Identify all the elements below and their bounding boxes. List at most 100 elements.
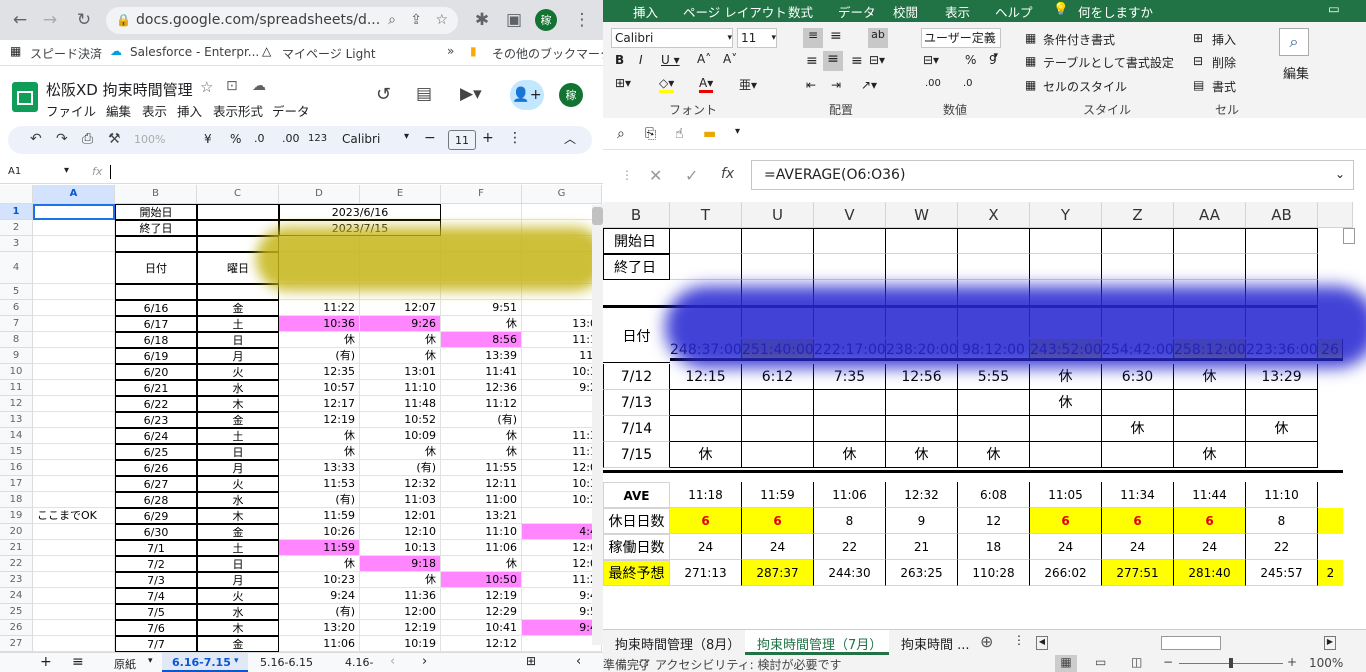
grid-cell[interactable]: 12:35 — [279, 364, 360, 380]
enter-icon[interactable]: ✓ — [685, 166, 698, 185]
formula-input[interactable] — [110, 165, 111, 179]
grid-cell[interactable]: 110:28 — [958, 560, 1030, 586]
grid-cell[interactable]: 6 — [1102, 508, 1174, 534]
grid-cell[interactable]: 11:59 — [279, 540, 360, 556]
percent-icon[interactable]: % — [965, 53, 976, 67]
comment-icon[interactable]: ▤ — [416, 84, 432, 104]
grid-cell[interactable]: 休 — [441, 316, 522, 332]
grid-cell[interactable]: 月 — [197, 460, 279, 476]
column-header-partial[interactable] — [1318, 202, 1353, 228]
orientation-icon[interactable]: ↗▾ — [861, 78, 877, 92]
collapse-icon[interactable]: ︿ — [564, 130, 576, 147]
row-header[interactable]: 24 — [0, 588, 33, 604]
align-center-icon[interactable]: ≡ — [823, 51, 843, 71]
grid-cell[interactable] — [814, 390, 886, 416]
grid-cell[interactable] — [522, 396, 602, 412]
grid-cell[interactable] — [33, 300, 115, 316]
grid-cell[interactable] — [33, 220, 115, 236]
grid-cell[interactable]: 休 — [279, 556, 360, 572]
sheet-tab-active[interactable]: 拘束時間管理（7月） — [757, 634, 882, 653]
row-header[interactable]: 4 — [0, 252, 33, 284]
grid-cell[interactable] — [115, 284, 197, 300]
row-header[interactable]: 13 — [0, 412, 33, 428]
increase-indent-icon[interactable]: ⇥ — [831, 78, 841, 92]
percent-button[interactable]: % — [230, 132, 241, 146]
grid-cell[interactable]: 12:32 — [360, 476, 441, 492]
grid-cell[interactable]: 火 — [197, 588, 279, 604]
grid-cell[interactable]: 土 — [197, 540, 279, 556]
grid-cell[interactable]: 火 — [197, 364, 279, 380]
grid-cell[interactable]: 12 — [958, 508, 1030, 534]
column-header-b[interactable]: B — [115, 185, 197, 204]
grid-cell[interactable]: 休 — [279, 332, 360, 348]
grid-cell[interactable]: 12:17 — [279, 396, 360, 412]
grid-cell[interactable]: 開始日 — [115, 204, 197, 220]
row-header[interactable]: 3 — [0, 236, 33, 252]
grid-cell[interactable]: 11:10 — [1246, 482, 1318, 508]
grid-cell[interactable] — [33, 588, 115, 604]
grid-cell[interactable]: 11:59 — [279, 508, 360, 524]
grid-cell[interactable]: 9:24 — [279, 588, 360, 604]
grid-cell[interactable] — [33, 364, 115, 380]
grid-cell[interactable]: 6/27 — [115, 476, 197, 492]
grid-cell[interactable]: 7/4 — [115, 588, 197, 604]
grid-cell[interactable]: 10:36 — [279, 316, 360, 332]
grid-cell[interactable]: (有) — [360, 460, 441, 476]
row-header[interactable]: 6 — [0, 300, 33, 316]
grid-cell[interactable]: 9:2 — [522, 380, 602, 396]
grid-cell[interactable]: 11:12 — [441, 396, 522, 412]
grid-cell[interactable]: 休 — [1174, 442, 1246, 468]
doc-title[interactable]: 松阪XD 拘束時間管理 — [46, 79, 193, 100]
grid-cell[interactable]: 24 — [670, 534, 742, 560]
grid-cell[interactable]: 6/30 — [115, 524, 197, 540]
row-header[interactable]: 15 — [0, 444, 33, 460]
grid-cell[interactable]: 13:21 — [441, 508, 522, 524]
corner-cell[interactable] — [0, 185, 33, 204]
grid-cell[interactable] — [742, 254, 814, 280]
grid-cell[interactable]: 6 — [1030, 508, 1102, 534]
row-header[interactable]: 12 — [0, 396, 33, 412]
star-icon[interactable]: ☆ — [200, 78, 213, 96]
accounting-icon[interactable]: ⊟▾ — [923, 53, 939, 67]
grid-cell[interactable]: 11:36 — [360, 588, 441, 604]
comma-icon[interactable]: 9 — [989, 53, 997, 67]
add-sheet-icon[interactable]: ⊕ — [980, 632, 993, 651]
sheet-tab[interactable]: 原紙 — [114, 656, 136, 672]
sheet-tab[interactable]: 5.16-6.15 — [260, 656, 313, 669]
grid-cell[interactable] — [742, 442, 814, 468]
column-header-b[interactable]: B — [603, 202, 670, 228]
row-header[interactable]: 22 — [0, 556, 33, 572]
grid-cell[interactable]: (有) — [441, 412, 522, 428]
excel-grid[interactable]: BTUVWXYZAAAB開始日終了日日付248:37:00251:40:0022… — [603, 202, 1353, 627]
sheet-tab[interactable]: 拘束時間 ... — [901, 634, 970, 653]
grid-cell[interactable]: 11:2 — [522, 572, 602, 588]
grid-cell[interactable] — [1030, 228, 1102, 254]
borders-icon[interactable]: ⊞▾ — [615, 76, 631, 90]
grid-cell[interactable]: 休 — [279, 428, 360, 444]
grid-cell[interactable] — [33, 236, 115, 252]
column-header-d[interactable]: D — [279, 185, 360, 204]
menu-data[interactable]: データ — [272, 101, 310, 120]
grid-cell[interactable]: 6/24 — [115, 428, 197, 444]
back-icon[interactable]: ← — [8, 8, 32, 32]
grid-cell[interactable]: 日 — [197, 556, 279, 572]
grid-cell[interactable]: 12:29 — [441, 604, 522, 620]
grid-cell[interactable]: 6/22 — [115, 396, 197, 412]
grid-cell[interactable]: 287:37 — [742, 560, 814, 586]
grid-cell[interactable]: 休 — [814, 442, 886, 468]
grid-cell[interactable] — [1246, 254, 1318, 280]
grid-cell[interactable] — [886, 390, 958, 416]
grid-cell[interactable] — [886, 416, 958, 442]
grid-cell[interactable] — [33, 524, 115, 540]
forward-icon[interactable]: → — [38, 8, 62, 32]
grid-cell[interactable]: 11:06 — [814, 482, 886, 508]
column-header-f[interactable]: F — [441, 185, 522, 204]
grid-cell[interactable]: 木 — [197, 396, 279, 412]
tab-formulas[interactable]: 数式 — [788, 2, 813, 21]
grid-cell[interactable]: 11:3 — [522, 428, 602, 444]
grid-cell[interactable] — [1246, 228, 1318, 254]
grid-cell[interactable]: 10:57 — [279, 380, 360, 396]
grid-cell[interactable] — [1102, 442, 1174, 468]
grid-cell[interactable]: 日 — [197, 444, 279, 460]
grid-cell[interactable]: ( — [522, 508, 602, 524]
